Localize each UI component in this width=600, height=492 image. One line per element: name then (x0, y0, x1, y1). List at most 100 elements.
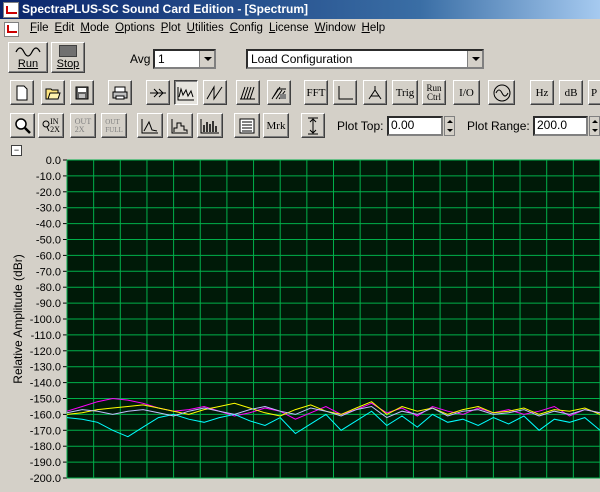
y-tick-label: -60.0 (36, 250, 61, 262)
y-tick-label: -110.0 (31, 330, 61, 342)
plot-top-value: 0.00 (391, 118, 415, 132)
menu-file[interactable]: File (28, 22, 53, 34)
open-button[interactable] (41, 80, 65, 105)
weighting-button[interactable] (363, 80, 387, 105)
plot-top-input[interactable]: 0.00 (387, 116, 443, 136)
chevron-down-icon[interactable] (467, 51, 482, 67)
y-tick-label: -160.0 (30, 409, 61, 421)
menu-window[interactable]: Window (313, 22, 360, 34)
spectrum-button[interactable] (174, 80, 198, 105)
y-tick-label: -100.0 (30, 314, 61, 326)
zoom-full-button[interactable]: OUT FULL (101, 113, 127, 138)
document-system-icon[interactable] (4, 22, 19, 37)
zoom-out-label: OUT 2X (74, 116, 92, 134)
avg-label: Avg (130, 52, 151, 66)
stop-button[interactable]: Stop (51, 42, 85, 73)
run-control-button[interactable]: Run Ctrl (422, 80, 446, 105)
stop-icon (59, 45, 77, 57)
trigger-button[interactable]: Trig (392, 80, 418, 105)
menu-options[interactable]: Options (113, 22, 159, 34)
run-ctrl-label: Run Ctrl (426, 82, 442, 102)
sawtooth-icon (206, 84, 223, 101)
save-button[interactable] (70, 80, 94, 105)
weighting-icon (368, 85, 382, 99)
chevron-double-icon (150, 88, 166, 97)
bar-plot-button[interactable] (197, 113, 223, 138)
signal-generator-icon (493, 84, 510, 101)
3d-surface-button[interactable] (236, 80, 260, 105)
spectrogram-button[interactable] (267, 80, 291, 105)
magnifier-icon (14, 117, 31, 134)
zoom-out-2x-button[interactable]: OUT 2X (70, 113, 96, 138)
menu-config[interactable]: Config (228, 22, 267, 34)
avg-value: 1 (158, 52, 165, 66)
zoom-in-label: IN 2X (50, 116, 60, 134)
menu-help[interactable]: Help (360, 22, 390, 34)
app-icon (3, 2, 19, 18)
p-button[interactable]: P (588, 80, 600, 105)
zoom-in-2x-button[interactable]: IN 2X (38, 113, 64, 138)
y-tick-label: -200.0 (30, 473, 61, 485)
printer-icon (112, 86, 128, 99)
configuration-select[interactable]: Load Configuration (246, 49, 484, 69)
hz-button[interactable]: Hz (530, 80, 554, 105)
db-label: dB (564, 86, 578, 99)
menu-mode[interactable]: Mode (78, 22, 113, 34)
y-tick-label: -80.0 (36, 282, 61, 294)
table-icon (239, 118, 255, 133)
axis-button[interactable] (333, 80, 357, 105)
marker-button[interactable]: Mrk (263, 113, 289, 138)
y-tick-label: -30.0 (36, 203, 61, 215)
y-tick-label: -180.0 (30, 441, 61, 453)
phase-button[interactable] (203, 80, 227, 105)
run-label: Run (17, 57, 39, 70)
y-tick-labels: 0.0 -10.0 -20.0 -30.0 -40.0 -50.0 -60.0 -70.0 -8… (30, 155, 61, 485)
line-plot-button[interactable] (137, 113, 163, 138)
floppy-disk-icon (75, 86, 89, 99)
y-tick-label: -140.0 (30, 378, 61, 390)
folder-open-icon (45, 88, 61, 99)
time-series-button[interactable] (146, 80, 170, 105)
run-button[interactable]: Run (8, 42, 48, 73)
y-tick-label: -90.0 (36, 298, 61, 310)
avg-select[interactable]: 1 (153, 49, 216, 69)
y-tick-label: -50.0 (36, 235, 61, 247)
spectrum-chart: 0.0 -10.0 -20.0 -30.0 -40.0 -50.0 -60.0 -70.0 -8… (11, 155, 600, 485)
mrk-label: Mrk (266, 119, 286, 132)
print-button[interactable] (108, 80, 132, 105)
io-button[interactable]: I/O (453, 80, 480, 105)
spectrum-icon (177, 86, 194, 100)
y-tick-label: -120.0 (30, 346, 61, 358)
plot-top-spinner[interactable] (444, 116, 455, 136)
line-plot-icon (141, 118, 158, 133)
y-axis-label: Relative Amplitude (dBr) (11, 254, 25, 383)
plot-top-label: Plot Top: (337, 119, 384, 133)
y-tick-label: -40.0 (36, 219, 61, 231)
toolbar-row-1: Run Stop Avg 1 Load Configuration (0, 39, 600, 76)
hz-label: Hz (535, 86, 549, 99)
fft-button[interactable]: FFT (304, 80, 328, 105)
y-tick-label: -10.0 (36, 171, 61, 183)
menu-license[interactable]: License (267, 22, 313, 34)
y-tick-label: -190.0 (30, 457, 61, 469)
menu-utilities[interactable]: Utilities (185, 22, 228, 34)
io-label: I/O (459, 86, 474, 99)
bar-plot-icon (200, 118, 219, 133)
menu-edit[interactable]: Edit (53, 22, 79, 34)
new-button[interactable] (10, 80, 34, 105)
plot-range-input[interactable]: 200.0 (533, 116, 588, 136)
new-file-icon (16, 85, 28, 100)
zoom-button[interactable] (10, 113, 35, 138)
autoscale-button[interactable] (301, 113, 325, 138)
menu-bar: File Edit Mode Options Plot Utilities Config Li… (0, 19, 600, 39)
zoom-full-label: OUT FULL (105, 117, 123, 134)
menu-plot[interactable]: Plot (159, 22, 185, 34)
plot-range-spinner[interactable] (589, 116, 600, 136)
title-bar: SpectraPLUS-SC Sound Card Edition - [Spe… (0, 0, 600, 19)
step-plot-button[interactable] (167, 113, 193, 138)
data-table-button[interactable] (234, 113, 260, 138)
db-button[interactable]: dB (559, 80, 583, 105)
signal-generator-button[interactable] (488, 80, 515, 105)
chevron-down-icon[interactable] (199, 51, 214, 67)
fft-label: FFT (306, 86, 326, 99)
